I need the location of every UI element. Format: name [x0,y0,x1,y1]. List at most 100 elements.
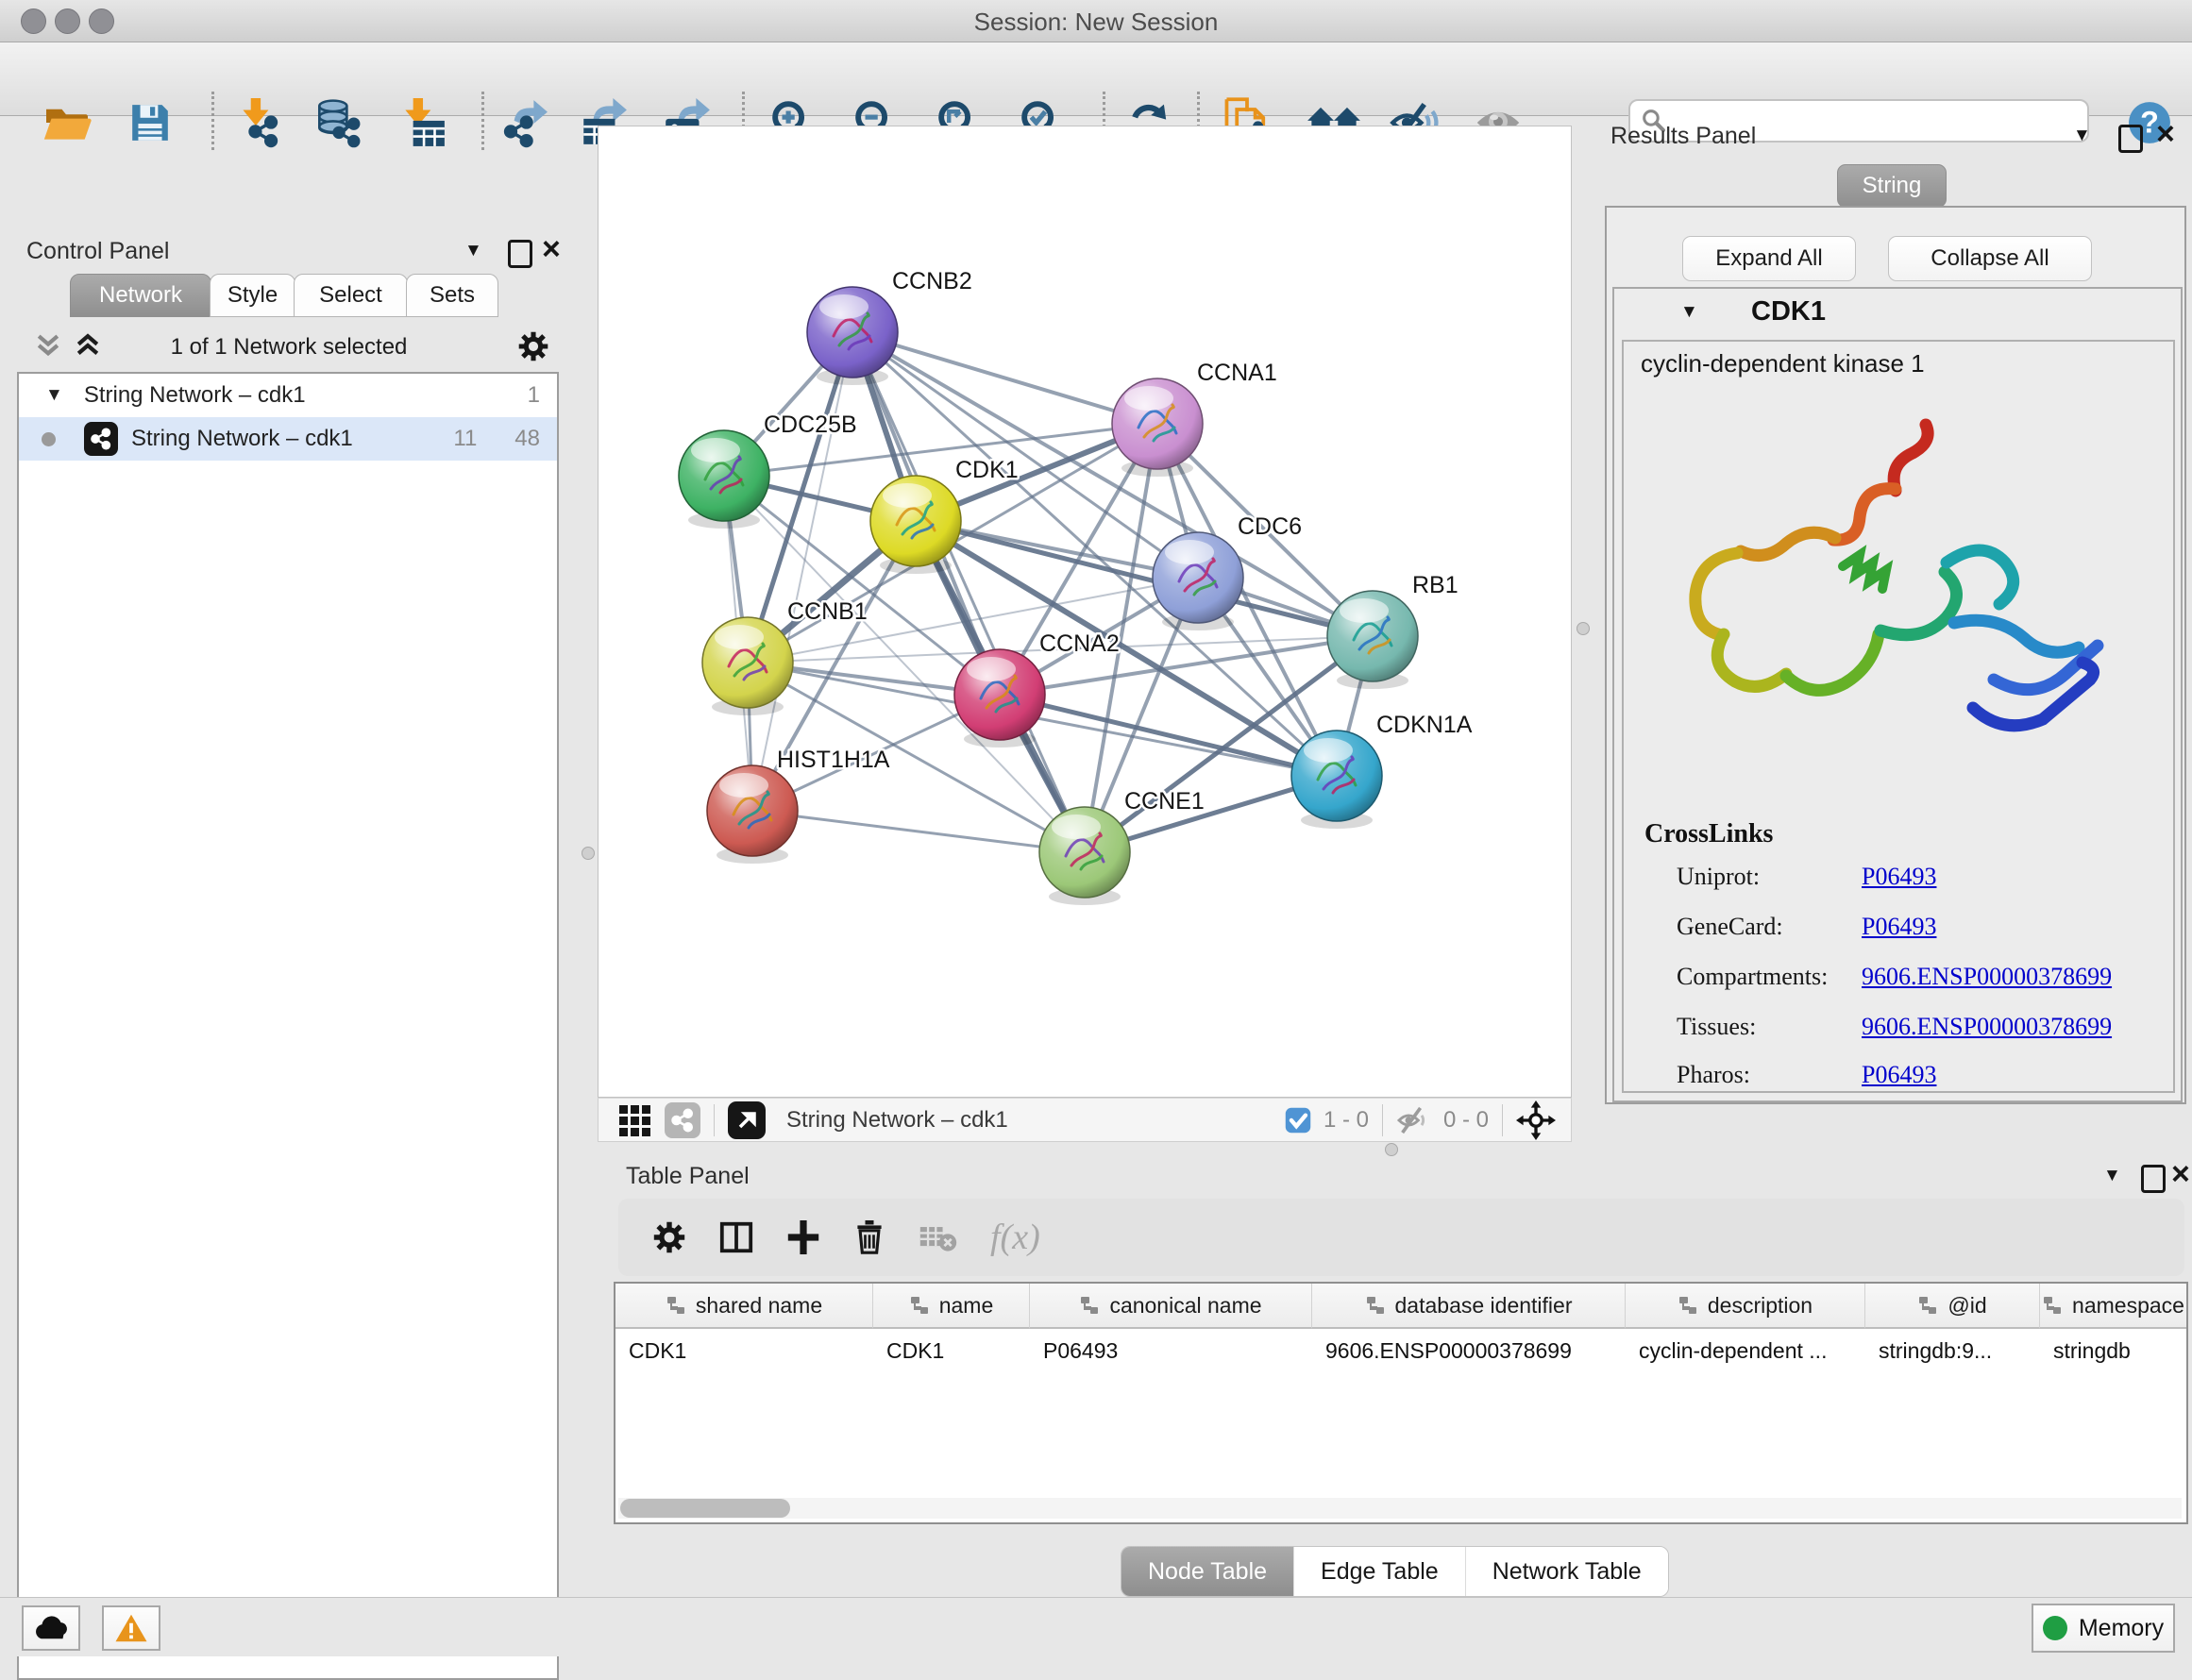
collection-label: String Network – cdk1 [84,382,528,409]
show-columns-icon[interactable] [718,1219,754,1255]
memory-button[interactable]: Memory [2032,1604,2175,1653]
network-edge[interactable] [752,811,1085,852]
tab-network-table[interactable]: Network Table [1466,1547,1668,1596]
column-header[interactable]: namespace [2040,1284,2186,1329]
birdseye-toggle-icon[interactable] [1516,1100,1556,1140]
cell-id[interactable]: stringdb:9... [1865,1329,2040,1372]
memory-label: Memory [2079,1615,2164,1642]
crosslink-link[interactable]: P06493 [1862,1061,1936,1089]
column-label: @id [1948,1293,1986,1319]
network-row[interactable]: String Network – cdk1 11 48 [19,417,557,461]
add-column-icon[interactable] [786,1218,820,1256]
results-panel-float-icon[interactable] [2118,125,2143,153]
results-panel-close-icon[interactable]: × [2156,123,2175,145]
cell-shared-name[interactable]: CDK1 [615,1329,873,1372]
column-label: namespace [2072,1293,2184,1319]
network-edge[interactable] [852,332,1085,852]
column-tree-icon [2042,1295,2063,1316]
table-settings-gear-icon[interactable] [652,1220,686,1254]
network-edge[interactable] [752,332,852,811]
network-view-toolbar: String Network – cdk1 1 - 0 0 - 0 [598,1098,1572,1142]
delete-column-icon[interactable] [852,1218,886,1256]
crosslink-link[interactable]: P06493 [1862,863,1936,891]
warnings-button[interactable] [102,1605,160,1651]
cloud-status-button[interactable] [22,1605,80,1651]
warning-icon [114,1613,148,1643]
network-share-icon[interactable] [665,1102,700,1138]
table-scrollbar-thumb[interactable] [620,1499,790,1518]
network-selection-status: 1 of 1 Network selected [0,334,578,361]
tab-style[interactable]: Style [210,274,295,317]
control-panel-close-icon[interactable]: × [542,238,561,260]
network-status-dot [42,432,56,446]
control-panel-title: Control Panel [26,238,169,265]
expand-all-button[interactable]: Expand All [1682,236,1856,281]
cell-description[interactable]: cyclin-dependent ... [1626,1329,1865,1372]
column-header[interactable]: description [1626,1284,1865,1329]
delete-table-icon[interactable] [919,1221,958,1253]
table-panel-float-icon[interactable] [2141,1165,2166,1193]
cell-database-identifier[interactable]: 9606.ENSP00000378699 [1312,1329,1626,1372]
network-graph[interactable]: CCNB2CCNA1CDC25BCDK1CDC6RB1CCNB1CCNA2CDK… [598,126,1572,1098]
column-header[interactable]: canonical name [1030,1284,1312,1329]
collection-count: 1 [528,382,540,409]
column-header[interactable]: name [873,1284,1030,1329]
selected-node-edge-counts: 1 - 0 [1324,1107,1369,1134]
grid-view-icon[interactable] [617,1103,651,1137]
column-header[interactable]: database identifier [1312,1284,1626,1329]
detach-view-icon[interactable] [728,1101,766,1139]
gene-expand-icon[interactable]: ▼ [1680,302,1698,323]
tab-network[interactable]: Network [70,274,211,317]
results-panel-collapse-icon[interactable]: ▼ [2073,126,2091,146]
network-node-label: CDK1 [955,457,1019,483]
table-panel-collapse-icon[interactable]: ▼ [2103,1166,2121,1186]
control-panel-collapse-icon[interactable]: ▼ [464,241,482,261]
network-view-title: String Network – cdk1 [786,1107,1008,1134]
table-horizontal-scrollbar[interactable] [618,1498,2182,1519]
column-tree-icon [666,1295,686,1316]
column-header[interactable]: @id [1865,1284,2040,1329]
left-splitter-handle[interactable] [582,847,595,860]
status-bar: Memory [0,1597,2192,1656]
table-panel-title: Table Panel [626,1163,750,1190]
tab-edge-table[interactable]: Edge Table [1294,1547,1466,1596]
cell-namespace[interactable]: stringdb [2040,1329,2186,1372]
network-collection-row[interactable]: ▼ String Network – cdk1 1 [19,374,557,417]
collection-expand-icon[interactable]: ▼ [45,385,63,406]
column-label: canonical name [1109,1293,1261,1319]
table-header-row: shared name name canonical name database… [615,1284,2186,1329]
selected-checkbox-icon[interactable] [1284,1106,1312,1134]
crosslink-label: Pharos: [1677,1061,1750,1089]
function-builder-icon[interactable]: f(x) [990,1217,1040,1258]
column-tree-icon [1678,1295,1698,1316]
tab-sets[interactable]: Sets [406,274,498,317]
crosslink-link[interactable]: 9606.ENSP00000378699 [1862,963,2112,991]
network-label: String Network – cdk1 [131,426,453,452]
table-panel-close-icon[interactable]: × [2171,1163,2190,1185]
column-label: name [939,1293,994,1319]
cell-name[interactable]: CDK1 [873,1329,1030,1372]
right-splitter-handle[interactable] [1577,622,1590,635]
table-row[interactable]: CDK1 CDK1 P06493 9606.ENSP00000378699 cy… [615,1329,2186,1372]
network-node-label: RB1 [1412,572,1459,598]
network-edge[interactable] [852,332,1157,424]
window-title: Session: New Session [0,8,2192,37]
hidden-eye-icon[interactable] [1396,1105,1432,1135]
control-panel-float-icon[interactable] [508,240,532,268]
network-node-label: CCNB1 [787,598,868,625]
string-network-icon [84,422,118,456]
tab-node-table[interactable]: Node Table [1121,1547,1294,1596]
crosslink-link[interactable]: 9606.ENSP00000378699 [1862,1013,2112,1041]
bottom-splitter-handle[interactable] [1385,1143,1398,1156]
cell-canonical-name[interactable]: P06493 [1030,1329,1312,1372]
column-header[interactable]: shared name [615,1284,873,1329]
divider [1502,1104,1503,1136]
tab-string[interactable]: String [1837,164,1947,208]
main-toolbar: ? [0,42,2192,116]
control-panel: Control Panel ▼ × Network Style Select S… [0,115,578,1597]
network-options-gear-icon[interactable] [517,330,549,362]
crosslink-label: Tissues: [1677,1013,1756,1041]
tab-select[interactable]: Select [294,274,408,317]
crosslink-link[interactable]: P06493 [1862,913,1936,941]
collapse-all-button[interactable]: Collapse All [1888,236,2092,281]
